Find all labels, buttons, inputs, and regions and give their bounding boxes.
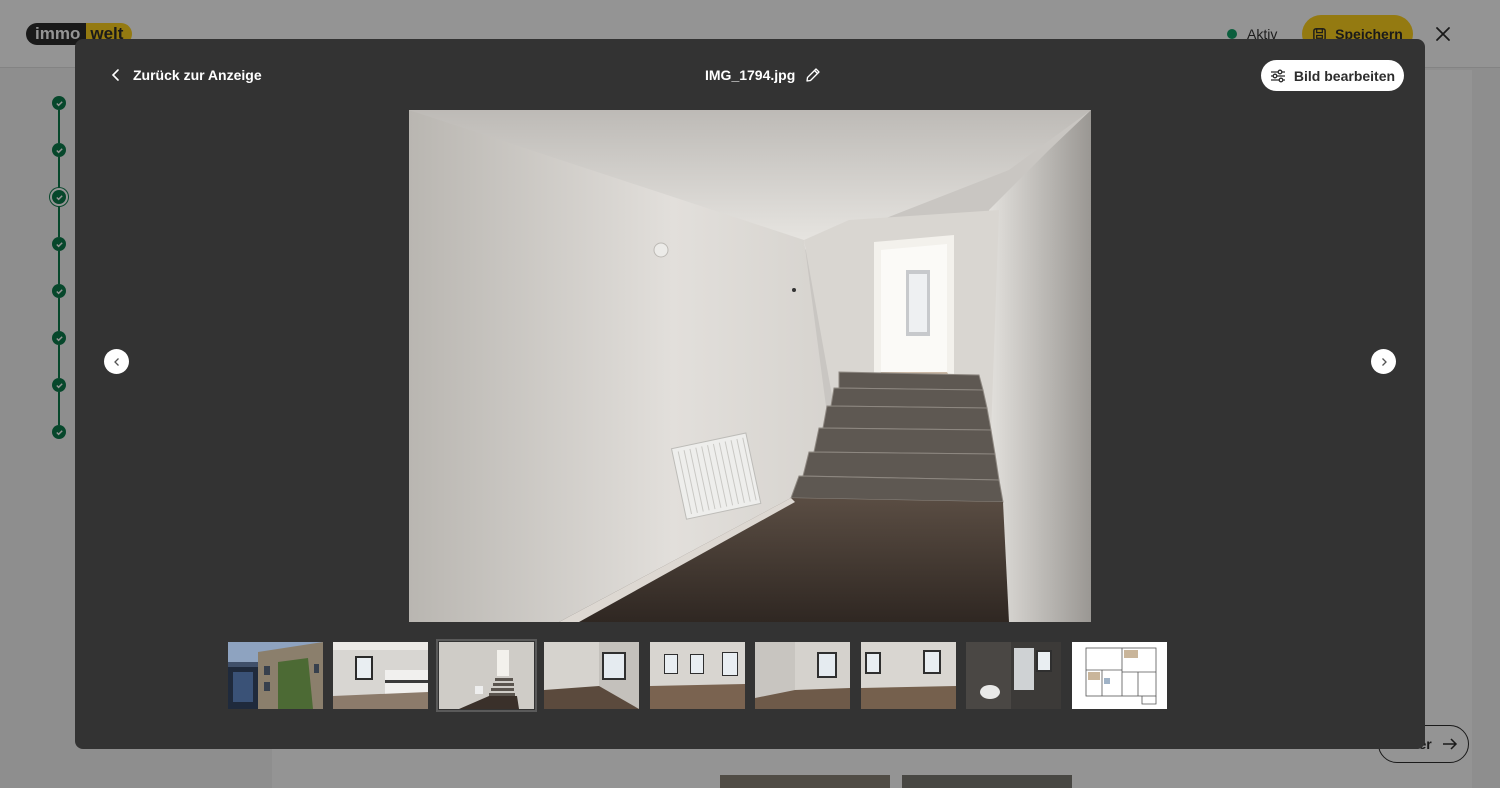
thumbnail-bathroom[interactable]: [966, 642, 1061, 709]
chevron-left-icon: [111, 69, 119, 81]
back-to-listing-link[interactable]: Zurück zur Anzeige: [109, 63, 262, 87]
back-link-label: Zurück zur Anzeige: [133, 67, 262, 83]
thumbnail-room-windows-2[interactable]: [650, 642, 745, 709]
image-viewer-modal: Zurück zur Anzeige IMG_1794.jpg Bild bea…: [75, 39, 1425, 749]
filename-text: IMG_1794.jpg: [705, 67, 796, 83]
thumbnail-exterior[interactable]: [228, 642, 323, 709]
image-filename: IMG_1794.jpg: [705, 63, 821, 87]
previous-image-button[interactable]: [104, 349, 129, 374]
chevron-left-icon: [113, 357, 119, 366]
chevron-right-icon: [1381, 357, 1387, 366]
thumbnail-kitchen[interactable]: [333, 642, 428, 709]
pencil-icon[interactable]: [805, 67, 821, 83]
thumbnail-room-windows-4[interactable]: [861, 642, 956, 709]
next-image-button[interactable]: [1371, 349, 1396, 374]
sliders-icon: [1270, 69, 1285, 82]
edit-image-button[interactable]: Bild bearbeiten: [1261, 60, 1404, 91]
thumbnail-room-window-3[interactable]: [755, 642, 850, 709]
thumbnail-room-window-1[interactable]: [544, 642, 639, 709]
thumbnail-floor-plan[interactable]: [1072, 642, 1167, 709]
thumbnail-hallway-stairs-selected[interactable]: [436, 639, 537, 712]
edit-image-label: Bild bearbeiten: [1293, 67, 1396, 84]
main-photo: [409, 110, 1091, 622]
hallway-stairs-photo: [409, 110, 1091, 622]
